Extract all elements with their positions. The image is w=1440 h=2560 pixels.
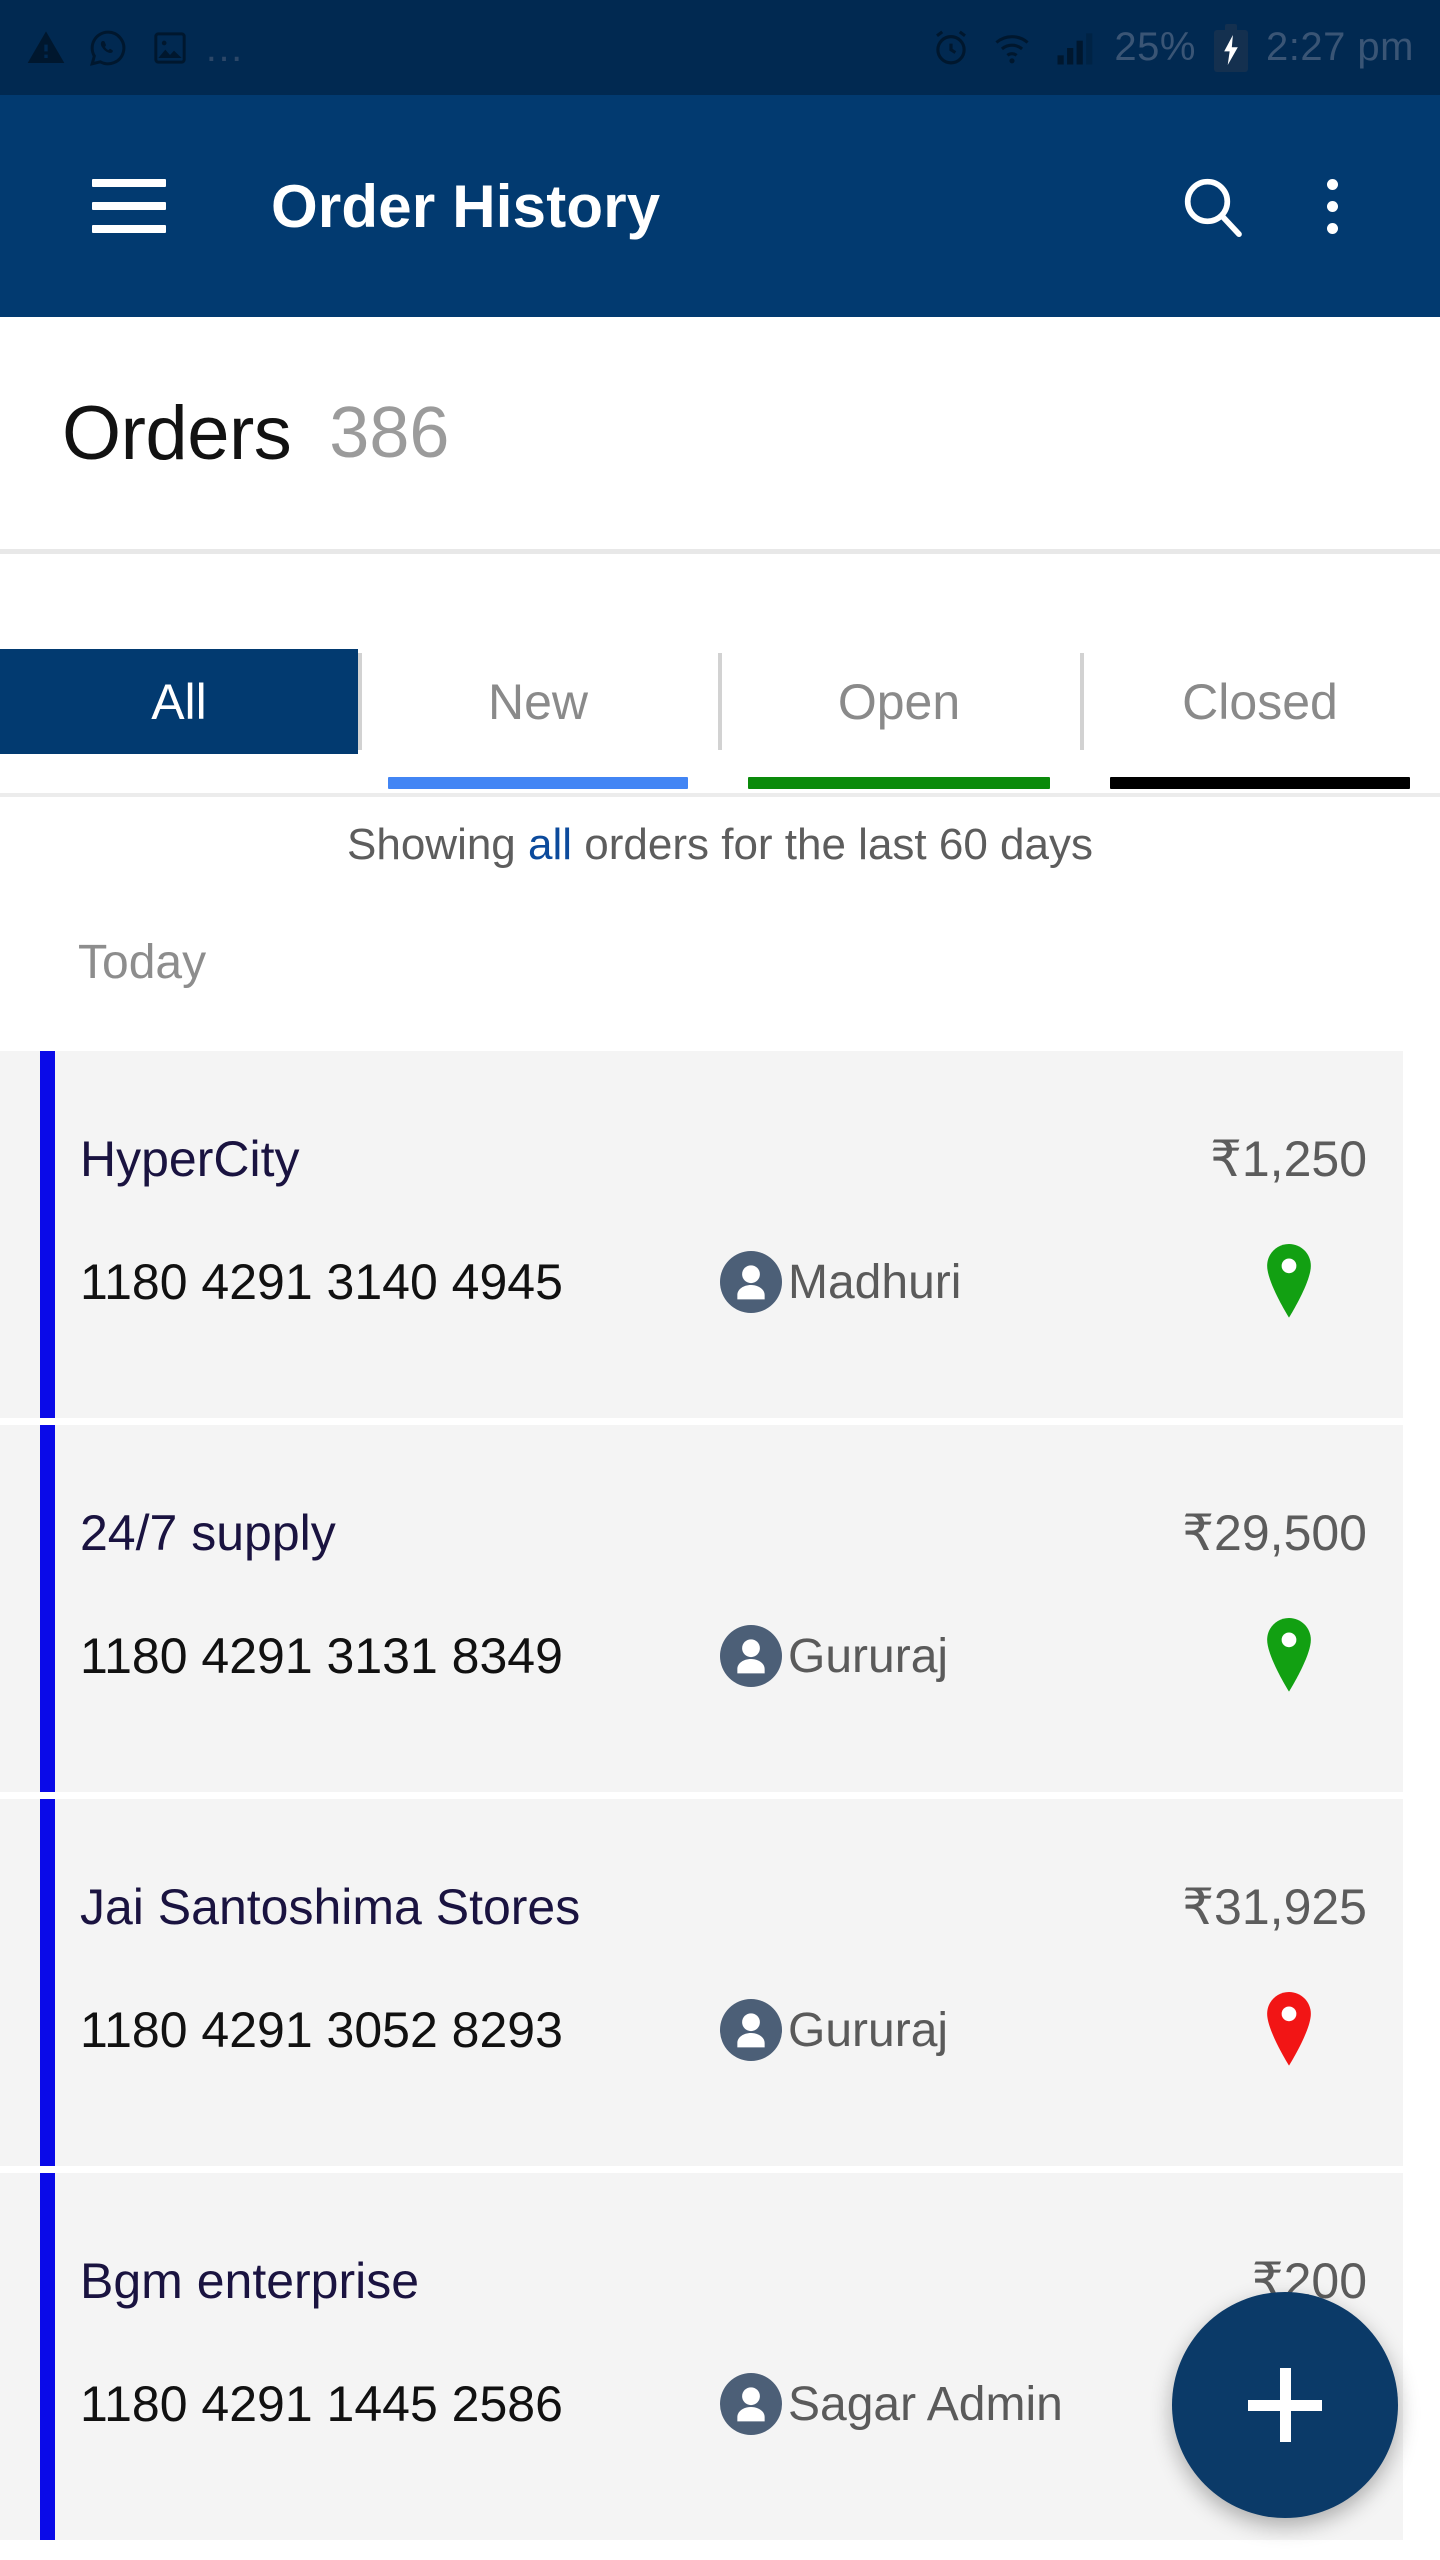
app-bar-actions: [1166, 160, 1440, 252]
order-number: 1180 4291 3131 8349: [80, 1628, 563, 1684]
order-card-bottom-row: 1180 4291 3140 4945 Madhuri: [80, 1237, 1367, 1327]
orders-label: Orders: [62, 390, 292, 476]
tab-closed[interactable]: Closed: [1080, 649, 1440, 789]
tab-closed-indicator: [1110, 777, 1410, 789]
order-status-accent-bar: [40, 1051, 55, 1418]
tab-open[interactable]: Open: [718, 649, 1080, 789]
showing-suffix: orders for the last 60 days: [572, 820, 1093, 869]
order-amount: ₹1,250: [1210, 1131, 1367, 1187]
order-amount: ₹29,500: [1182, 1505, 1367, 1561]
tab-all[interactable]: All: [0, 649, 358, 754]
tab-divider: [718, 653, 722, 750]
whatsapp-icon: [88, 28, 128, 68]
avatar: [720, 1625, 782, 1687]
order-person-name: Madhuri: [788, 1255, 962, 1309]
order-shop-name: 24/7 supply: [80, 1505, 336, 1561]
tab-open-indicator: [748, 777, 1050, 789]
order-person-name: Sagar Admin: [788, 2377, 1063, 2431]
order-shop-name: HyperCity: [80, 1131, 300, 1187]
order-status-accent-bar: [40, 1799, 55, 2166]
order-status-accent-bar: [40, 2173, 55, 2540]
showing-highlight: all: [528, 820, 573, 869]
order-status-accent-bar: [40, 1425, 55, 1792]
status-overflow-dots: …: [204, 25, 247, 70]
order-card-top-row: 24/7 supply ₹29,500: [80, 1489, 1367, 1577]
day-group-label: Today: [78, 936, 207, 989]
order-card-top-row: Jai Santoshima Stores ₹31,925: [80, 1863, 1367, 1951]
order-card-top-row: HyperCity ₹1,250: [80, 1115, 1367, 1203]
tab-all-label: All: [151, 673, 207, 730]
status-bar-left: …: [26, 28, 247, 68]
app-screen: … 25% 2:27 pm Order History Orders 386 A…: [0, 0, 1440, 2560]
tab-closed-label: Closed: [1182, 673, 1338, 730]
tabs-bottom-divider: [0, 793, 1440, 797]
showing-filter-text: Showing all orders for the last 60 days: [0, 820, 1440, 870]
location-pin-icon: [1259, 1992, 1319, 2068]
order-number: 1180 4291 3140 4945: [80, 1254, 563, 1310]
status-bar: … 25% 2:27 pm: [0, 0, 1440, 95]
order-card-top-row: Bgm enterprise ₹200: [80, 2237, 1367, 2325]
add-order-fab[interactable]: [1172, 2292, 1398, 2518]
tab-new[interactable]: New: [358, 649, 718, 789]
order-person-name: Gururaj: [788, 2003, 949, 2057]
order-shop-name: Bgm enterprise: [80, 2253, 420, 2309]
orders-header: Orders 386: [0, 317, 1440, 549]
search-icon[interactable]: [1166, 160, 1258, 252]
order-card-bottom-row: 1180 4291 3052 8293 Gururaj: [80, 1985, 1367, 2075]
tab-new-indicator: [388, 777, 688, 789]
avatar: [720, 1251, 782, 1313]
order-card[interactable]: Jai Santoshima Stores ₹31,925 1180 4291 30…: [0, 1799, 1403, 2166]
kebab-menu-icon[interactable]: [1286, 160, 1378, 252]
location-pin-icon: [1259, 1618, 1319, 1694]
alarm-icon: [930, 27, 972, 69]
image-icon: [150, 28, 190, 68]
tab-strip: All New Open Closed: [0, 554, 1440, 797]
showing-prefix: Showing: [347, 820, 529, 869]
order-number: 1180 4291 1445 2586: [80, 2376, 563, 2432]
wifi-icon: [990, 26, 1034, 70]
avatar: [720, 2373, 782, 2435]
order-card[interactable]: HyperCity ₹1,250 1180 4291 3140 4945 Madhur…: [0, 1051, 1403, 1418]
status-bar-right: 25% 2:27 pm: [930, 23, 1414, 72]
order-shop-name: Jai Santoshima Stores: [80, 1879, 581, 1935]
order-person: Gururaj: [720, 1999, 1259, 2061]
battery-charging-icon: [1213, 23, 1248, 72]
tab-open-label: Open: [837, 673, 961, 730]
avatar: [720, 1999, 782, 2061]
tabs-row: All New Open Closed: [0, 649, 1440, 789]
order-amount: ₹31,925: [1182, 1879, 1367, 1935]
tab-divider: [358, 653, 362, 750]
order-card-bottom-row: 1180 4291 3131 8349 Gururaj: [80, 1611, 1367, 1701]
hamburger-menu-icon[interactable]: [92, 179, 166, 233]
tab-new-label: New: [487, 673, 589, 730]
orders-count: 386: [329, 393, 450, 473]
plus-icon: [1279, 2368, 1291, 2442]
order-person-name: Gururaj: [788, 1629, 949, 1683]
clock-label: 2:27 pm: [1265, 25, 1414, 69]
order-person: Gururaj: [720, 1625, 1259, 1687]
app-bar: Order History: [0, 95, 1440, 317]
page-title: Order History: [271, 172, 661, 240]
order-card[interactable]: 24/7 supply ₹29,500 1180 4291 3131 8349 Gur…: [0, 1425, 1403, 1792]
location-pin-icon: [1259, 1244, 1319, 1320]
tab-divider: [1080, 653, 1084, 750]
order-number: 1180 4291 3052 8293: [80, 2002, 563, 2058]
signal-icon: [1052, 26, 1096, 70]
order-person: Madhuri: [720, 1251, 1259, 1313]
battery-percent-label: 25%: [1114, 25, 1196, 69]
warning-icon: [26, 28, 66, 68]
